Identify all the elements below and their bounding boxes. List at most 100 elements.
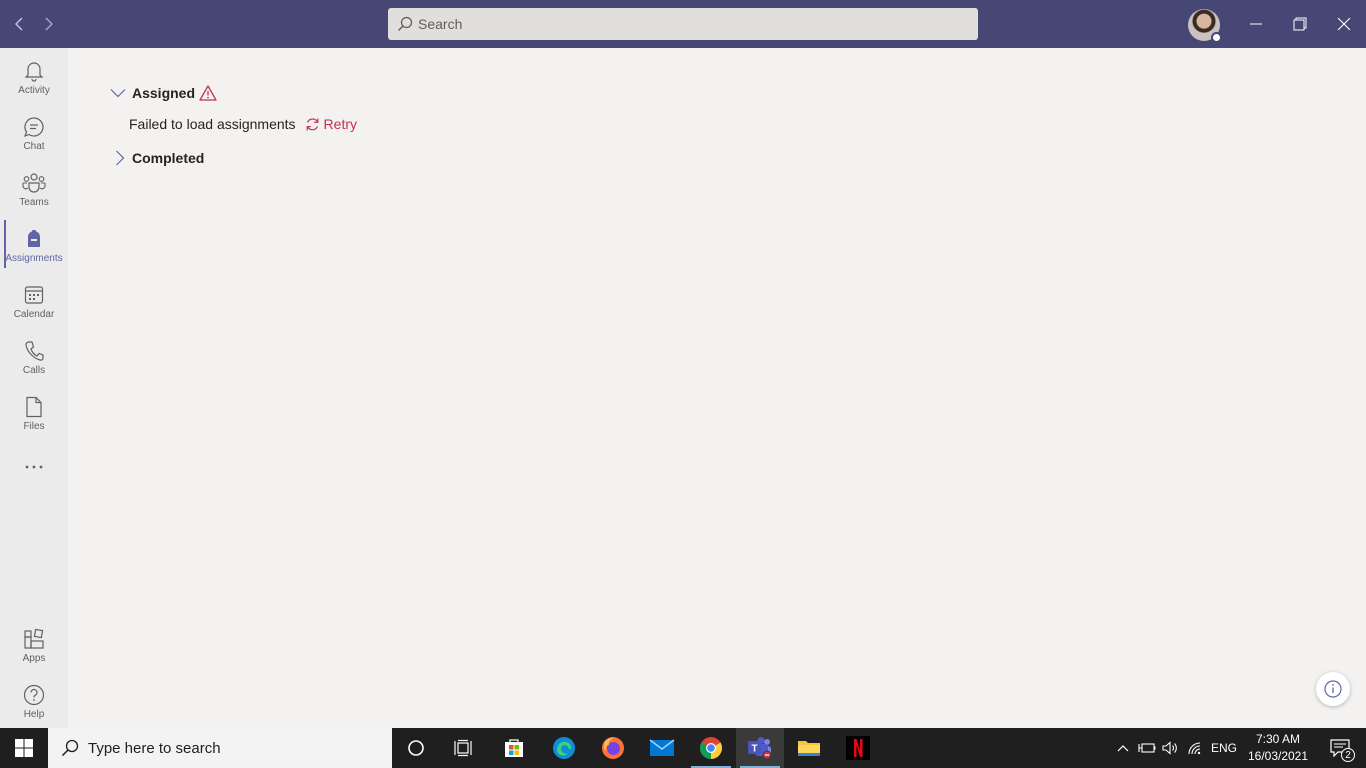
rail-label: Apps bbox=[22, 653, 46, 664]
title-bar bbox=[0, 0, 1366, 48]
taskbar-search[interactable]: Type here to search bbox=[48, 728, 392, 768]
teams-icon bbox=[22, 170, 46, 196]
search-icon bbox=[396, 15, 414, 33]
app-rail: Activity Chat Teams Assignments Calendar… bbox=[0, 48, 68, 728]
battery-indicator[interactable] bbox=[1136, 728, 1158, 768]
error-message: Failed to load assignments bbox=[129, 116, 296, 132]
rail-item-calls[interactable]: Calls bbox=[0, 332, 68, 384]
search-icon bbox=[60, 738, 80, 758]
taskbar-clock[interactable]: 7:30 AM 16/03/2021 bbox=[1240, 731, 1316, 765]
info-icon bbox=[1324, 680, 1342, 698]
avatar[interactable] bbox=[1188, 9, 1222, 43]
forward-button[interactable] bbox=[38, 14, 58, 34]
wifi-icon bbox=[1188, 742, 1201, 755]
rail-item-chat[interactable]: Chat bbox=[0, 108, 68, 160]
rail-item-teams[interactable]: Teams bbox=[0, 164, 68, 216]
search-input[interactable] bbox=[418, 16, 958, 32]
calendar-icon bbox=[22, 282, 46, 308]
taskbar-app-edge[interactable] bbox=[540, 728, 588, 768]
clock-date: 16/03/2021 bbox=[1247, 749, 1309, 763]
assignments-icon bbox=[22, 226, 46, 252]
file-icon bbox=[22, 394, 46, 420]
volume-icon bbox=[1162, 741, 1177, 755]
taskbar-app-file-explorer[interactable] bbox=[785, 728, 833, 768]
cortana-button[interactable] bbox=[392, 728, 440, 768]
taskbar-app-chrome[interactable] bbox=[687, 728, 735, 768]
rail-label: Help bbox=[23, 709, 45, 720]
chrome-icon bbox=[700, 737, 722, 759]
volume-indicator[interactable] bbox=[1160, 728, 1182, 768]
rail-label: Chat bbox=[23, 141, 45, 152]
assigned-section-title: Assigned bbox=[132, 85, 196, 101]
retry-button[interactable]: Retry bbox=[305, 116, 357, 132]
minimize-button[interactable] bbox=[1240, 8, 1272, 40]
rail-label: Files bbox=[23, 421, 45, 432]
assigned-section-toggle[interactable]: Assigned bbox=[110, 85, 217, 101]
network-indicator[interactable] bbox=[1185, 728, 1207, 768]
warning-icon bbox=[199, 85, 217, 101]
show-hidden-icons-button[interactable] bbox=[1112, 728, 1134, 768]
language-label: ENG bbox=[1210, 741, 1237, 755]
rail-item-assignments[interactable]: Assignments bbox=[0, 220, 68, 272]
assignments-error-row: Failed to load assignments Retry bbox=[129, 116, 357, 132]
input-language-indicator[interactable]: ENG bbox=[1209, 728, 1239, 768]
completed-section-toggle[interactable]: Completed bbox=[112, 150, 204, 166]
rail-item-calendar[interactable]: Calendar bbox=[0, 276, 68, 328]
back-button[interactable] bbox=[10, 14, 30, 34]
netflix-icon bbox=[846, 736, 870, 760]
svg-text:T: T bbox=[751, 744, 757, 755]
rail-label: Calendar bbox=[13, 309, 55, 320]
taskbar-search-text: Type here to search bbox=[88, 739, 221, 757]
mail-icon bbox=[649, 739, 675, 756]
task-view-icon bbox=[454, 739, 472, 757]
clock-time: 7:30 AM bbox=[1255, 732, 1301, 746]
presence-status-badge bbox=[1211, 32, 1222, 43]
rail-item-activity[interactable]: Activity bbox=[0, 52, 68, 104]
info-button[interactable] bbox=[1316, 672, 1350, 706]
cortana-icon bbox=[408, 740, 424, 756]
chevron-down-icon bbox=[110, 85, 126, 101]
rail-item-help[interactable]: Help bbox=[0, 676, 68, 728]
rail-item-files[interactable]: Files bbox=[0, 388, 68, 440]
retry-label: Retry bbox=[323, 116, 357, 132]
rail-item-apps[interactable]: Apps bbox=[0, 620, 68, 672]
taskbar-app-firefox[interactable] bbox=[589, 728, 637, 768]
restore-icon bbox=[1293, 17, 1307, 31]
taskbar-app-store[interactable] bbox=[490, 728, 538, 768]
help-icon bbox=[22, 682, 46, 708]
firefox-icon bbox=[602, 737, 624, 759]
battery-icon bbox=[1138, 743, 1156, 753]
taskbar-app-mail[interactable] bbox=[638, 728, 686, 768]
more-icon bbox=[22, 454, 46, 480]
windows-logo-icon bbox=[15, 739, 33, 757]
rail-label: Teams bbox=[19, 197, 49, 208]
teams-app-icon: T bbox=[748, 737, 772, 760]
more-apps-button[interactable] bbox=[0, 448, 68, 488]
edge-icon bbox=[553, 737, 575, 759]
chevron-left-icon bbox=[15, 17, 23, 31]
refresh-icon bbox=[306, 117, 318, 130]
close-icon bbox=[1337, 17, 1351, 31]
minimize-icon bbox=[1250, 23, 1262, 25]
bell-icon bbox=[22, 58, 46, 84]
store-icon bbox=[505, 739, 523, 757]
task-view-button[interactable] bbox=[440, 728, 488, 768]
completed-section-title: Completed bbox=[132, 150, 205, 166]
start-button[interactable] bbox=[0, 728, 48, 768]
assignments-main: Assigned Failed to load assignments Retr… bbox=[68, 48, 1366, 728]
close-button[interactable] bbox=[1328, 8, 1360, 40]
rail-label: Calls bbox=[22, 365, 46, 376]
windows-taskbar: Type here to search T ENG 7:30 AM 16/03/… bbox=[0, 728, 1366, 768]
action-center-button[interactable]: 2 bbox=[1320, 728, 1360, 768]
taskbar-app-teams[interactable]: T bbox=[736, 728, 784, 768]
folder-icon bbox=[798, 741, 820, 756]
search-box[interactable] bbox=[388, 8, 978, 40]
chevron-up-icon bbox=[1117, 745, 1129, 752]
phone-icon bbox=[22, 338, 46, 364]
maximize-button[interactable] bbox=[1284, 8, 1316, 40]
taskbar-app-netflix[interactable] bbox=[834, 728, 882, 768]
chat-icon bbox=[22, 114, 46, 140]
apps-icon bbox=[22, 626, 46, 652]
chevron-right-icon bbox=[112, 150, 128, 166]
rail-label: Activity bbox=[18, 85, 50, 96]
